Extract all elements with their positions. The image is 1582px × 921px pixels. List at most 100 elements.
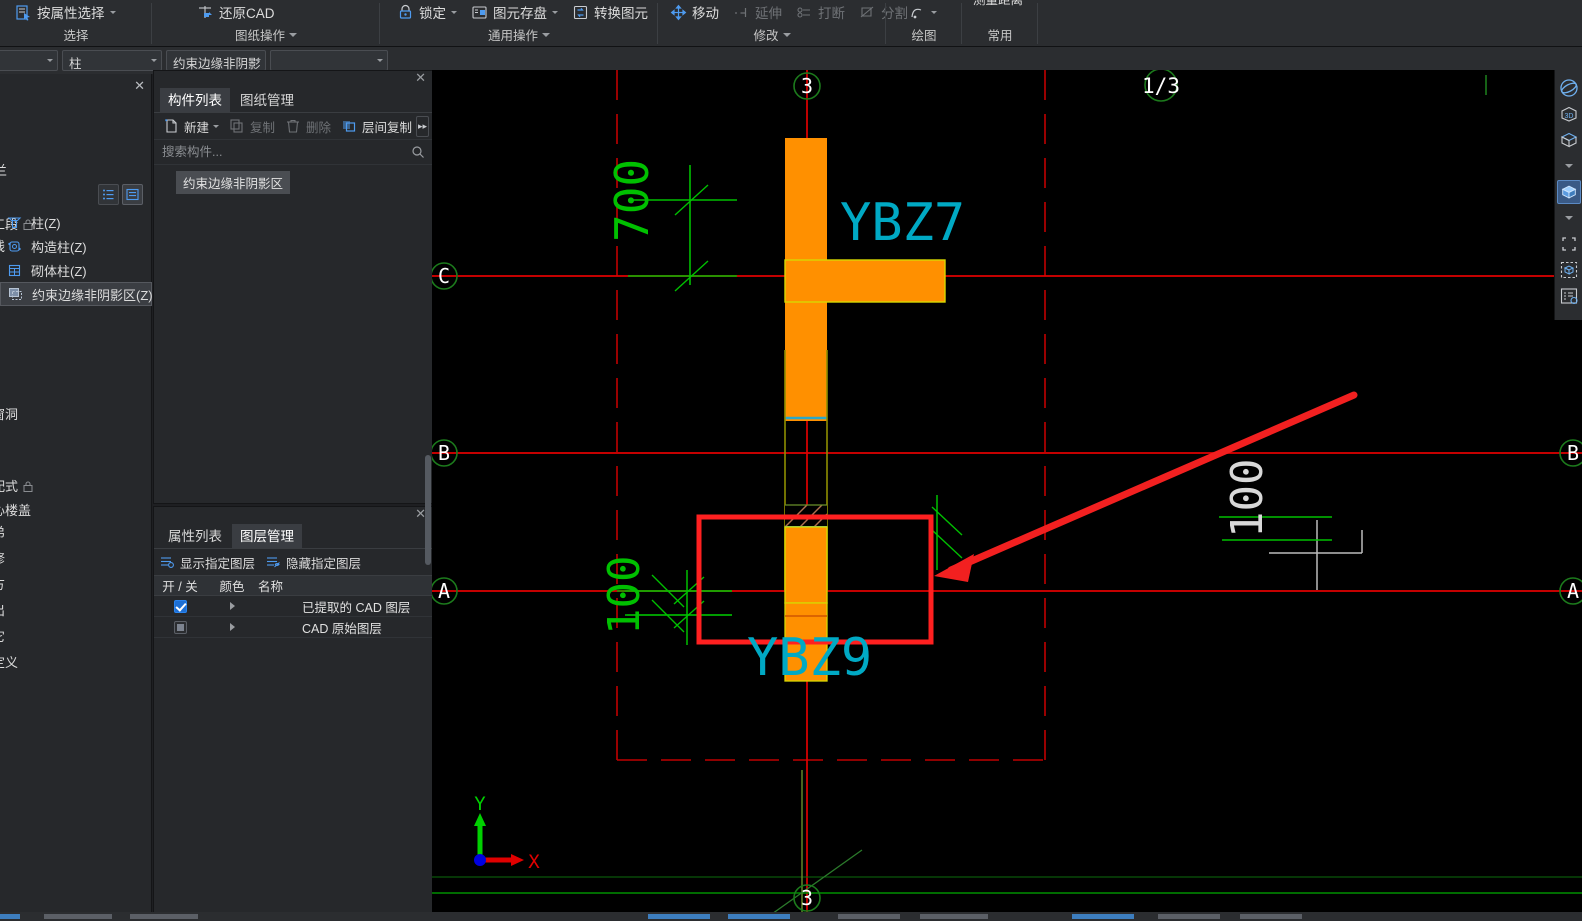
tab-component-list[interactable]: 构件列表 — [160, 87, 230, 112]
tab-layer-management[interactable]: 图层管理 — [232, 523, 302, 548]
ribbon-group-modify: 移动 延伸 打断 分割 修改 — [658, 0, 908, 47]
tree-item-label: 约束边缘非阴影区(Z) — [32, 287, 153, 303]
component-combo[interactable]: 约束边缘非阴影 — [166, 50, 266, 71]
chevron-down-icon[interactable] — [931, 10, 937, 14]
nav-row-window-opening[interactable]: 窗洞 — [0, 404, 18, 423]
ribbon-group-caption[interactable]: 图纸操作 — [152, 25, 380, 44]
ribbon-group-drawing-ops: 还原CAD 图纸操作 — [152, 0, 380, 47]
chevron-down-icon[interactable] — [151, 59, 157, 62]
search-icon[interactable] — [411, 145, 425, 164]
ribbon-item-lock[interactable]: 锁定 — [390, 0, 464, 25]
layer-color-expander[interactable] — [206, 617, 258, 637]
search-input[interactable] — [154, 140, 432, 164]
hide-specified-layer-button[interactable]: 隐藏指定图层 — [265, 553, 361, 572]
chevron-down-icon[interactable] — [377, 59, 383, 62]
chevron-down-icon[interactable] — [213, 124, 220, 128]
cad-drawing: 700 100 100 3 3 C B A B A 1/3 YBZ7 YBZ9 … — [432, 70, 1582, 921]
cad-canvas[interactable]: 700 100 100 3 3 C B A B A 1/3 YBZ7 YBZ9 … — [432, 70, 1582, 921]
nav-row-8[interactable]: 出 — [0, 600, 5, 619]
tree-item-structural-column[interactable]: 构造柱(Z) — [0, 234, 152, 258]
chevron-down-icon[interactable] — [1557, 206, 1581, 230]
nav-row-custom[interactable]: 定义 — [0, 652, 18, 671]
nav-row-7[interactable]: 方 — [0, 574, 5, 593]
status-segment[interactable] — [920, 914, 988, 919]
status-segment[interactable] — [0, 914, 20, 919]
ribbon-group-caption[interactable]: 修改 — [658, 25, 886, 44]
close-icon[interactable]: ✕ — [134, 78, 145, 94]
column-header-color: 颜色 — [219, 580, 245, 594]
ribbon-item-restore-cad[interactable]: 还原CAD — [190, 0, 282, 25]
chevron-down-icon[interactable] — [542, 32, 550, 37]
status-segment[interactable] — [1158, 914, 1220, 919]
status-segment[interactable] — [44, 914, 112, 919]
panel-scrollbar-thumb[interactable] — [425, 455, 431, 565]
extra-combo[interactable] — [270, 50, 388, 71]
tab-property-list[interactable]: 属性列表 — [160, 523, 230, 548]
component-list-panel: ✕ 构件列表 图纸管理 新建 复制 删除 层间复制 ▸▸ 搜索构件... 约束边… — [153, 70, 433, 504]
show-specified-layer-button[interactable]: 显示指定图层 — [159, 553, 255, 572]
status-segment[interactable] — [1240, 914, 1302, 919]
hide-layer-icon — [265, 554, 282, 571]
layer-color-expander[interactable] — [206, 596, 258, 616]
orbit-icon[interactable] — [1557, 76, 1581, 100]
chevron-down-icon[interactable] — [255, 59, 261, 62]
status-segment[interactable] — [838, 914, 900, 919]
chevron-down-icon[interactable] — [47, 59, 53, 62]
grid-label: B — [438, 441, 450, 465]
nav-row-6[interactable]: 修 — [0, 548, 5, 567]
list-settings-icon[interactable] — [1557, 284, 1581, 308]
table-row[interactable]: CAD 原始图层 — [154, 617, 432, 638]
chevron-down-icon[interactable] — [451, 10, 457, 14]
tab-drawing-management[interactable]: 图纸管理 — [232, 87, 302, 112]
crop-region-icon[interactable] — [1557, 232, 1581, 256]
ribbon-item-arc-draw[interactable] — [902, 0, 944, 25]
tree-item-column[interactable]: 柱(Z) — [0, 210, 152, 234]
nav-row-5[interactable]: 弟 — [0, 522, 5, 541]
view-3d-icon[interactable]: 3D — [1557, 102, 1581, 126]
nav-row-prefab[interactable]: 配式 — [0, 476, 33, 495]
detail-view-button[interactable] — [122, 184, 143, 205]
column-icon — [6, 214, 23, 231]
tree-item-masonry-column[interactable]: 砌体柱(Z) — [0, 258, 152, 282]
checkbox-checked[interactable] — [173, 599, 187, 613]
status-segment[interactable] — [1072, 914, 1134, 919]
chevron-right-icon[interactable] — [229, 602, 235, 610]
chevron-down-icon[interactable] — [289, 32, 297, 37]
chevron-down-icon[interactable] — [782, 32, 791, 37]
floor-combo[interactable] — [0, 50, 58, 71]
tree-item-constrained-edge[interactable]: 约束边缘非阴影区(Z) — [0, 282, 153, 306]
close-icon[interactable]: ✕ — [415, 71, 426, 85]
cube-filled-icon[interactable] — [1556, 180, 1581, 204]
list-view-button[interactable] — [98, 184, 119, 205]
layer-toggle[interactable] — [154, 596, 206, 616]
expand-panel-button[interactable]: ▸▸ — [416, 116, 429, 137]
layer-toggle[interactable] — [154, 617, 206, 637]
chevron-down-icon[interactable] — [1557, 154, 1581, 178]
table-row[interactable]: 已提取的 CAD 图层 — [154, 596, 432, 617]
ribbon-group-caption[interactable]: 通用操作 — [380, 25, 658, 44]
copy-between-floors-button[interactable]: 层间复制 — [337, 117, 416, 136]
ribbon-item-convert-element[interactable]: 转换图元 — [565, 0, 655, 25]
tool-label: 隐藏指定图层 — [286, 556, 362, 571]
ribbon-item-measure-distance[interactable]: 测量距离 — [966, 0, 1030, 11]
ribbon-item-move[interactable]: 移动 — [663, 0, 726, 25]
ribbon-item-select-by-property[interactable]: 按属性选择 — [8, 0, 123, 25]
status-segment[interactable] — [130, 914, 198, 919]
cube-icon[interactable] — [1557, 128, 1581, 152]
isolate-icon[interactable] — [1557, 258, 1581, 282]
ribbon-item-element-save[interactable]: 图元存盘 — [464, 0, 565, 25]
lock-icon — [397, 4, 414, 21]
new-component-button[interactable]: 新建 — [159, 117, 223, 136]
chevron-down-icon[interactable] — [552, 10, 558, 14]
nav-row-hollow-floor[interactable]: 心楼盖 — [0, 500, 31, 519]
list-item[interactable]: 约束边缘非阴影区 — [176, 171, 291, 194]
ribbon-item-label: 按属性选择 — [37, 6, 105, 21]
status-segment[interactable] — [648, 914, 710, 919]
category-combo[interactable]: 柱 — [62, 50, 162, 71]
nav-row-9[interactable]: 它 — [0, 626, 5, 645]
chevron-right-icon[interactable] — [229, 623, 235, 631]
checkbox-unchecked[interactable] — [173, 620, 187, 634]
panel-title: 兰 — [0, 163, 8, 178]
chevron-down-icon[interactable] — [109, 10, 116, 14]
status-segment[interactable] — [728, 914, 790, 919]
